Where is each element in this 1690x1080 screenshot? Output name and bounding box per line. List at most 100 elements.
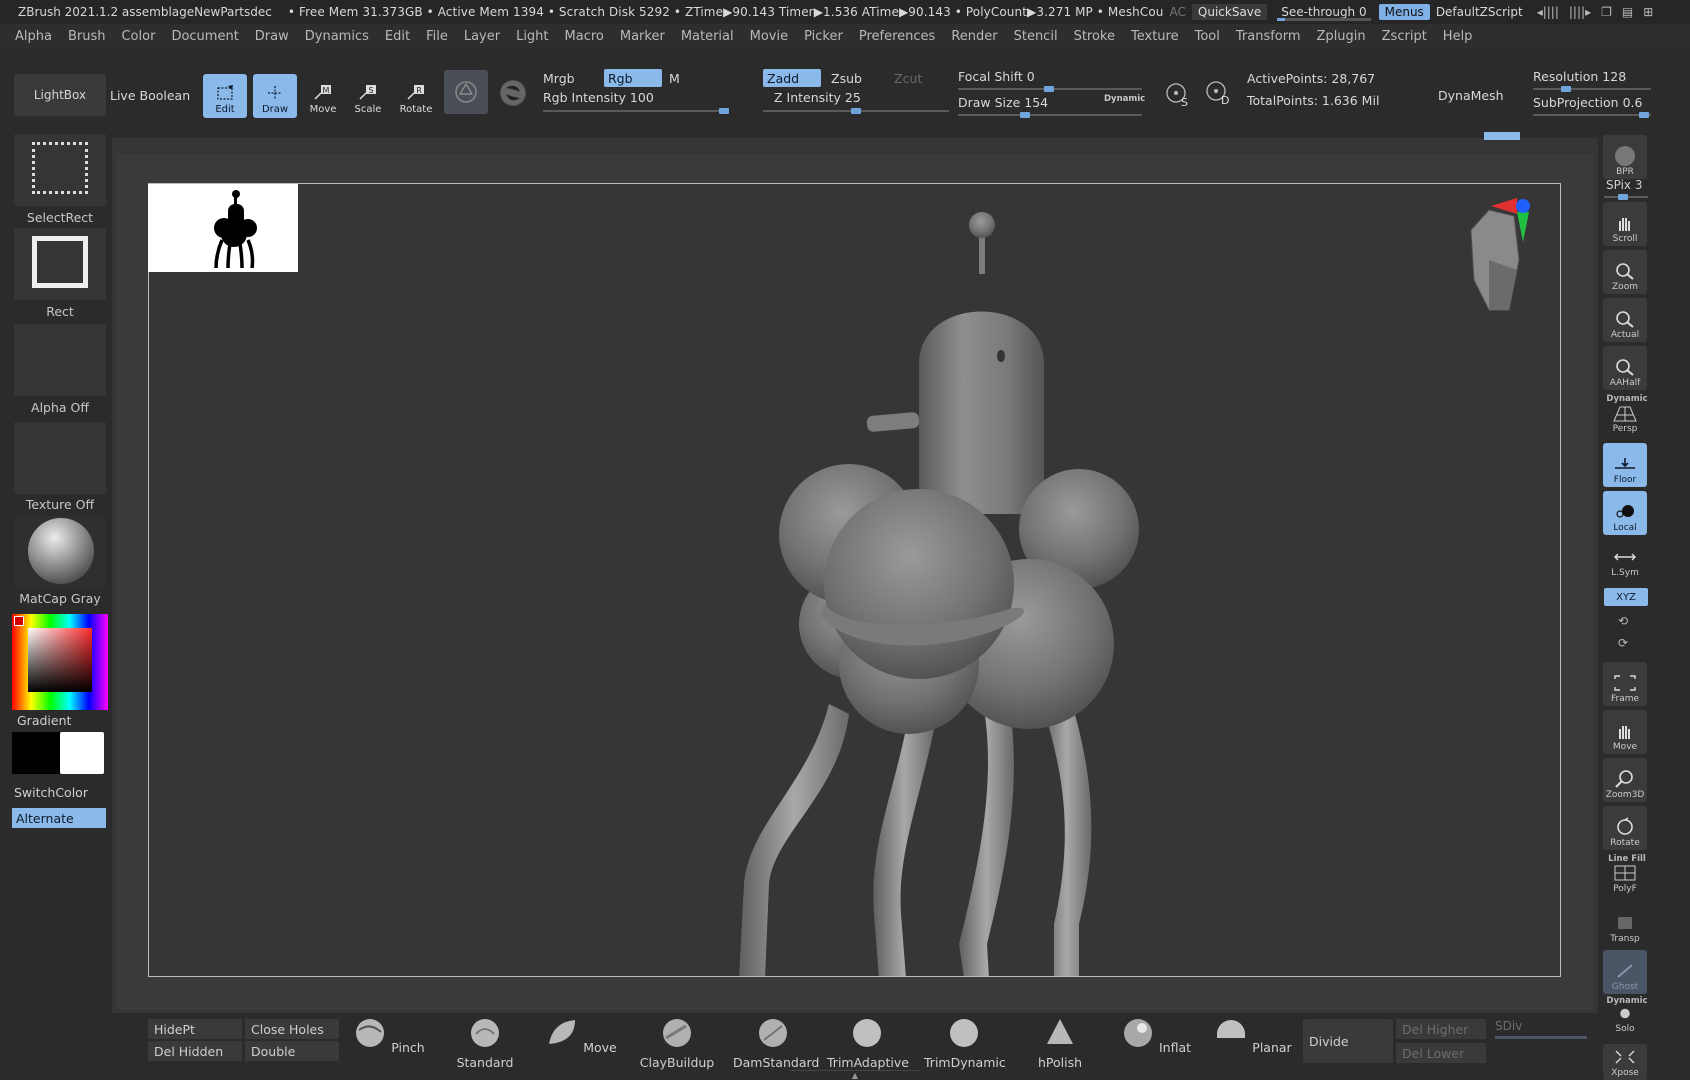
focal-shift-slider[interactable]: Focal Shift 0: [958, 69, 1035, 84]
double-button[interactable]: Double: [245, 1041, 339, 1061]
menu-transform[interactable]: Transform: [1236, 29, 1301, 44]
menu-draw[interactable]: Draw: [255, 29, 289, 44]
menu-stencil[interactable]: Stencil: [1014, 29, 1058, 44]
zsub-button[interactable]: Zsub: [831, 71, 862, 86]
gizmo-toggle[interactable]: [444, 70, 488, 114]
move-mode-button[interactable]: M Move: [301, 74, 345, 118]
menu-document[interactable]: Document: [171, 29, 238, 44]
rect-stroke-tile[interactable]: [14, 228, 106, 300]
rotate-view-button[interactable]: Rotate: [1603, 806, 1647, 850]
menu-zscript[interactable]: Zscript: [1382, 29, 1427, 44]
window-list-icon[interactable]: ▤: [1622, 5, 1633, 19]
sculpt-symmetry-s-icon[interactable]: S: [1163, 80, 1193, 110]
sdiv-track[interactable]: [1495, 1036, 1587, 1039]
brush-trimdynamic[interactable]: TrimDynamic: [924, 1016, 1006, 1076]
navigation-head[interactable]: [1470, 209, 1520, 311]
live-boolean-button[interactable]: Live Boolean: [110, 88, 190, 103]
alpha-tile[interactable]: [14, 324, 106, 396]
brush-claybuildup[interactable]: ClayBuildup: [637, 1016, 717, 1076]
m-button[interactable]: M: [669, 71, 680, 86]
actual-button[interactable]: Actual: [1603, 298, 1647, 342]
brush-standard[interactable]: Standard: [445, 1016, 525, 1076]
menu-alpha[interactable]: Alpha: [15, 29, 52, 44]
menu-picker[interactable]: Picker: [804, 29, 843, 44]
scroll-button[interactable]: Scroll: [1603, 202, 1647, 246]
viewport-scroll-indicator[interactable]: [1484, 132, 1520, 140]
move-view-button[interactable]: Move: [1603, 710, 1647, 754]
focal-shift-track[interactable]: [958, 86, 1142, 92]
menu-layer[interactable]: Layer: [464, 29, 500, 44]
brush-pinch[interactable]: Pinch: [349, 1016, 429, 1076]
rgb-intensity-slider[interactable]: Rgb Intensity 100: [543, 90, 654, 105]
layout-prev-icon[interactable]: ◂||||: [1537, 5, 1559, 19]
menu-light[interactable]: Light: [516, 29, 548, 44]
menu-preferences[interactable]: Preferences: [859, 29, 935, 44]
mrgb-button[interactable]: Mrgb: [543, 71, 575, 86]
menus-toggle[interactable]: Menus: [1378, 4, 1430, 20]
rgb-button[interactable]: Rgb: [604, 69, 662, 87]
canvas[interactable]: [148, 183, 1561, 977]
sculpt-symmetry-d-icon[interactable]: D: [1203, 78, 1233, 108]
draw-size-track[interactable]: [958, 112, 1142, 118]
material-tile[interactable]: [14, 516, 106, 588]
rotate-mode-button[interactable]: R Rotate: [394, 74, 438, 118]
sdiv-slider[interactable]: SDiv: [1495, 1019, 1522, 1033]
lightbox-button[interactable]: LightBox: [14, 74, 106, 116]
del-higher-button[interactable]: Del Higher: [1396, 1019, 1486, 1039]
solo-button[interactable]: Solo: [1603, 1004, 1647, 1036]
z-intensity-slider[interactable]: Z Intensity 25: [774, 90, 861, 105]
dynamic-size-toggle[interactable]: Dynamic: [1104, 94, 1145, 104]
brush-hpolish[interactable]: hPolish: [1020, 1016, 1100, 1076]
see-through-slider[interactable]: See-through 0: [1275, 5, 1372, 21]
transp-button[interactable]: Transp: [1603, 902, 1647, 946]
material-sphere-icon[interactable]: [500, 80, 526, 106]
menu-stroke[interactable]: Stroke: [1074, 29, 1115, 44]
secondary-color-swatch[interactable]: [12, 732, 60, 774]
menu-dynamics[interactable]: Dynamics: [305, 29, 369, 44]
gradient-label[interactable]: Gradient: [17, 713, 71, 728]
local-button[interactable]: Local: [1603, 491, 1647, 535]
rotate-z-icon[interactable]: ⟳: [1618, 636, 1628, 650]
menu-edit[interactable]: Edit: [385, 29, 410, 44]
brush-planar[interactable]: Planar: [1213, 1016, 1293, 1076]
dynamesh-button[interactable]: DynaMesh: [1438, 88, 1504, 103]
edit-mode-button[interactable]: Edit: [203, 74, 247, 118]
spix-slider[interactable]: SPix 3: [1606, 178, 1642, 192]
resolution-track[interactable]: [1533, 86, 1651, 92]
zadd-button[interactable]: Zadd: [763, 69, 821, 87]
subprojection-track[interactable]: [1533, 112, 1651, 118]
switchcolor-button[interactable]: SwitchColor: [14, 785, 88, 800]
texture-tile[interactable]: [14, 422, 106, 494]
zcut-button[interactable]: Zcut: [894, 71, 922, 86]
ac-indicator[interactable]: AC: [1170, 5, 1186, 19]
menu-macro[interactable]: Macro: [565, 29, 604, 44]
hidept-button[interactable]: HidePt: [148, 1019, 242, 1039]
brush-damstandard[interactable]: DamStandard: [733, 1016, 819, 1076]
layout-next-icon[interactable]: ||||▸: [1569, 5, 1591, 19]
aahalf-button[interactable]: AAHalf: [1603, 346, 1647, 390]
resolution-slider[interactable]: Resolution 128: [1533, 69, 1626, 84]
menu-brush[interactable]: Brush: [68, 29, 106, 44]
subprojection-slider[interactable]: SubProjection 0.6: [1533, 95, 1642, 110]
window-tile-icon[interactable]: ⊞: [1643, 5, 1653, 19]
menu-zplugin[interactable]: Zplugin: [1317, 29, 1366, 44]
floor-button[interactable]: Floor: [1603, 443, 1647, 487]
default-zscript-button[interactable]: DefaultZScript: [1436, 5, 1523, 19]
ghost-button[interactable]: Ghost: [1603, 950, 1647, 994]
del-hidden-button[interactable]: Del Hidden: [148, 1041, 242, 1061]
zoom3d-button[interactable]: Zoom3D: [1603, 758, 1647, 802]
alternate-button[interactable]: Alternate: [12, 808, 106, 828]
xyz-rotation-button[interactable]: XYZ: [1604, 588, 1648, 606]
z-intensity-track[interactable]: [763, 108, 949, 114]
menu-texture[interactable]: Texture: [1131, 29, 1179, 44]
color-square[interactable]: [28, 628, 92, 692]
draw-size-slider[interactable]: Draw Size 154: [958, 95, 1048, 110]
spix-track[interactable]: [1604, 194, 1648, 200]
polyf-button[interactable]: PolyF: [1603, 862, 1647, 896]
brush-trimadaptive[interactable]: TrimAdaptive: [827, 1016, 909, 1076]
menu-material[interactable]: Material: [681, 29, 734, 44]
bpr-button[interactable]: BPR: [1603, 135, 1647, 179]
rotate-y-icon[interactable]: ⟲: [1618, 614, 1628, 628]
frame-button[interactable]: Frame: [1603, 662, 1647, 706]
xpose-button[interactable]: Xpose: [1603, 1044, 1647, 1080]
